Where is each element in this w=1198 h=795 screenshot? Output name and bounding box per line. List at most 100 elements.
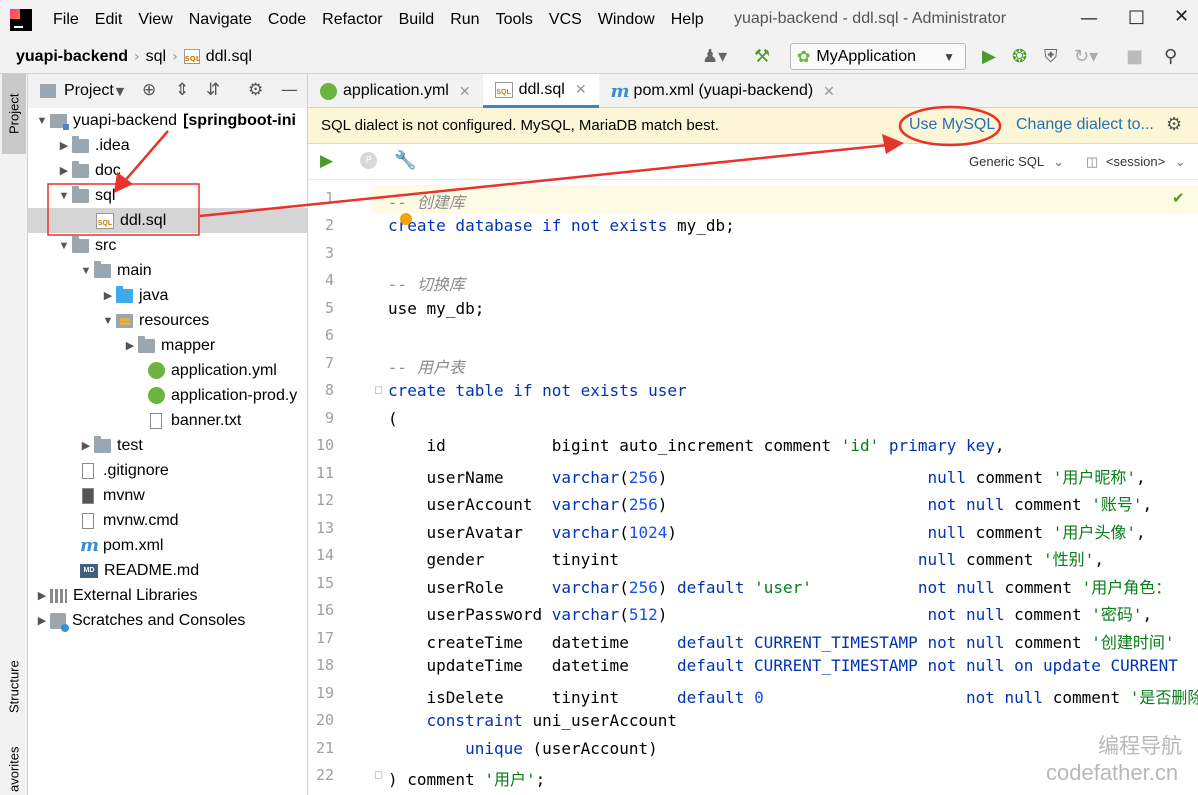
use-mysql-link[interactable]: Use MySQL (909, 116, 995, 134)
breadcrumb-folder[interactable]: sql (146, 48, 166, 66)
chevron-down-icon[interactable]: ▼ (56, 190, 72, 202)
menu-vcs[interactable]: VCS (541, 11, 590, 29)
sql-file-icon: SQL (494, 81, 513, 98)
chevron-down-icon[interactable]: ▼ (100, 315, 116, 327)
chevron-right-icon[interactable]: ▶ (56, 139, 72, 152)
tool-tab-project[interactable]: Project (2, 74, 26, 154)
resources-folder-icon (116, 313, 133, 328)
user-icon[interactable]: ♟▾ (702, 46, 727, 67)
chevron-down-icon[interactable]: ▼ (116, 85, 124, 98)
build-hammer-icon[interactable]: ⚒ (754, 46, 770, 67)
tree-item-readme[interactable]: MD README.md (80, 558, 199, 583)
locate-target-icon[interactable]: ⊕ (142, 80, 156, 100)
tree-item-application-prod-yml[interactable]: application-prod.y (148, 383, 297, 408)
collapse-all-icon[interactable]: ⇵ (206, 80, 220, 100)
inspection-ok-icon[interactable]: ✔ (1172, 189, 1185, 207)
script-file-icon (82, 487, 94, 504)
code-editor[interactable]: -- 创建库 create database if not exists my_… (372, 185, 1198, 795)
breadcrumb-project[interactable]: yuapi-backend (16, 48, 128, 66)
line-number: 13 (315, 519, 334, 537)
tree-item-pom-xml[interactable]: m pom.xml (80, 533, 163, 558)
tree-item-src[interactable]: ▼ src (56, 233, 116, 258)
tool-tab-structure[interactable]: Structure (2, 642, 26, 732)
spring-config-icon (148, 387, 165, 404)
intention-bulb-icon[interactable] (400, 213, 412, 225)
hide-panel-icon[interactable]: — (281, 80, 298, 100)
stop-icon[interactable]: ■ (1126, 46, 1143, 67)
chevron-right-icon[interactable]: ▶ (122, 339, 138, 352)
tab-ddl-sql[interactable]: SQL ddl.sql ✕ (482, 74, 599, 108)
dialect-select[interactable]: Generic SQL ⌄ (969, 154, 1064, 170)
profiler-icon[interactable]: ↻▾ (1074, 46, 1098, 67)
tree-item-external-libraries[interactable]: ▶ External Libraries (34, 583, 198, 608)
chevron-down-icon[interactable]: ▼ (78, 265, 94, 277)
execute-icon[interactable]: ▶ (320, 151, 333, 171)
run-configuration-select[interactable]: ✿ MyApplication ▼ (790, 43, 966, 70)
project-panel-title[interactable]: Project (64, 82, 114, 100)
close-icon[interactable]: ✕ (1174, 6, 1189, 27)
chevron-right-icon[interactable]: ▶ (56, 164, 72, 177)
close-tab-icon[interactable]: ✕ (823, 83, 835, 100)
maximize-icon[interactable]: □ (1128, 6, 1145, 27)
menu-window[interactable]: Window (590, 11, 663, 29)
menu-refactor[interactable]: Refactor (314, 11, 390, 29)
change-dialect-link[interactable]: Change dialect to... (1016, 116, 1154, 134)
tree-item-test[interactable]: ▶ test (78, 433, 143, 458)
tree-item-mvnw-cmd[interactable]: mvnw.cmd (80, 508, 179, 533)
gear-icon[interactable]: ⚙ (248, 80, 263, 100)
tree-item-scratches[interactable]: ▶ Scratches and Consoles (34, 608, 245, 633)
minimize-icon[interactable]: — (1080, 8, 1098, 29)
menu-code[interactable]: Code (260, 11, 314, 29)
spring-config-icon (148, 362, 165, 379)
menubar: File Edit View Navigate Code Refactor Bu… (0, 0, 1198, 40)
chevron-right-icon[interactable]: ▶ (78, 439, 94, 452)
chevron-right-icon[interactable]: ▶ (34, 589, 50, 602)
tree-item-idea[interactable]: ▶ .idea (56, 133, 130, 158)
coverage-icon[interactable]: ⛨ (1044, 46, 1058, 67)
line-number: 4 (324, 271, 334, 289)
debug-icon[interactable]: ❂ (1012, 46, 1027, 67)
gear-icon[interactable]: ⚙ (1166, 114, 1182, 135)
tree-item-resources[interactable]: ▼ resources (100, 308, 210, 333)
chevron-down-icon[interactable]: ▼ (56, 240, 72, 252)
explain-plan-icon[interactable]: P (360, 152, 377, 169)
tree-item-main[interactable]: ▼ main (78, 258, 152, 283)
tree-item-mvnw[interactable]: mvnw (80, 483, 145, 508)
tab-application-yml[interactable]: application.yml ✕ (308, 74, 483, 108)
tree-item-application-yml[interactable]: application.yml (148, 358, 277, 383)
session-select[interactable]: ◫ <session> ⌄ (1086, 154, 1186, 170)
close-tab-icon[interactable]: ✕ (459, 83, 471, 100)
tool-tab-favorites[interactable]: avorites (2, 744, 26, 795)
tree-item-mapper[interactable]: ▶ mapper (122, 333, 215, 358)
menu-view[interactable]: View (130, 11, 180, 29)
menu-tools[interactable]: Tools (488, 11, 541, 29)
folder-icon (72, 235, 89, 253)
breadcrumb-file[interactable]: ddl.sql (206, 48, 252, 66)
tree-item-ddl-sql[interactable]: SQL ddl.sql (28, 208, 307, 233)
project-tab-label: Project (6, 93, 22, 135)
menu-edit[interactable]: Edit (87, 11, 131, 29)
tree-item-banner-txt[interactable]: banner.txt (148, 408, 241, 433)
menu-navigate[interactable]: Navigate (181, 11, 260, 29)
tree-item-root[interactable]: ▼ yuapi-backend [springboot-ini (34, 108, 296, 133)
line-number: 3 (324, 244, 334, 262)
tree-item-doc[interactable]: ▶ doc (56, 158, 121, 183)
chevron-down-icon[interactable]: ▼ (34, 115, 50, 127)
expand-all-icon[interactable]: ⇕ (175, 80, 189, 100)
run-icon[interactable]: ▶ (982, 46, 996, 67)
close-tab-icon[interactable]: ✕ (575, 81, 587, 98)
session-label: <session> (1105, 154, 1166, 169)
chevron-right-icon[interactable]: ▶ (100, 289, 116, 302)
menu-file[interactable]: File (45, 11, 87, 29)
tree-item-label: mvnw (103, 486, 145, 504)
tree-item-sql[interactable]: ▼ sql (56, 183, 115, 208)
menu-help[interactable]: Help (663, 11, 712, 29)
menu-run[interactable]: Run (442, 11, 487, 29)
chevron-right-icon[interactable]: ▶ (34, 614, 50, 627)
tab-pom-xml[interactable]: m pom.xml (yuapi-backend) ✕ (599, 74, 847, 108)
wrench-icon[interactable]: 🔧 (394, 150, 416, 171)
menu-build[interactable]: Build (391, 11, 443, 29)
tree-item-gitignore[interactable]: .gitignore (80, 458, 169, 483)
search-icon[interactable]: ⚲ (1164, 46, 1177, 67)
tree-item-java[interactable]: ▶ java (100, 283, 168, 308)
